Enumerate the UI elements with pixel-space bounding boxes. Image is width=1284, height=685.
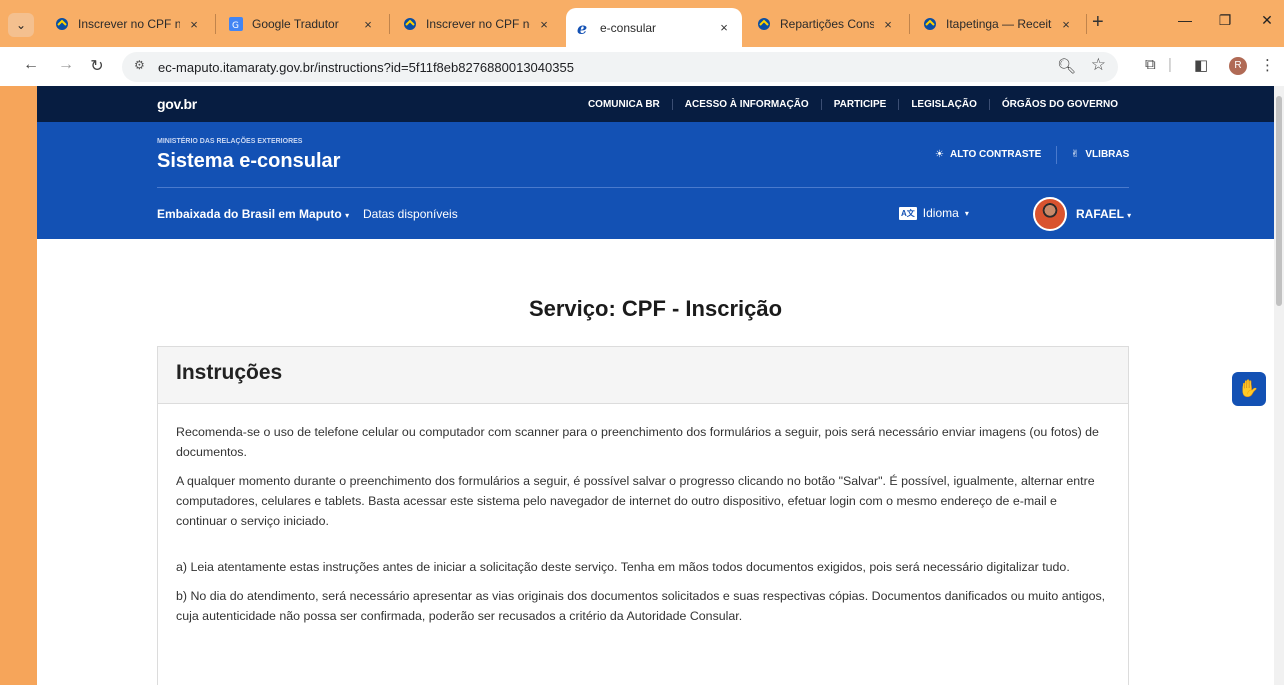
embassy-label: Embaixada do Brasil em Maputo bbox=[157, 207, 342, 221]
vlibras-button[interactable]: ✌ VLIBRAS bbox=[1071, 149, 1129, 160]
page-viewport: gov.br COMUNICA BR ACESSO À INFORMAÇÃO P… bbox=[37, 86, 1274, 685]
url-text[interactable]: ec-maputo.itamaraty.gov.br/instructions?… bbox=[158, 60, 574, 75]
close-icon[interactable]: × bbox=[1058, 17, 1074, 32]
tab-cpf-2[interactable]: Inscrever no CPF no e × bbox=[392, 8, 562, 40]
e-consular-icon: e bbox=[577, 20, 587, 36]
gov-link-orgaos[interactable]: ÓRGÃOS DO GOVERNO bbox=[988, 98, 1130, 110]
close-icon[interactable]: × bbox=[360, 17, 376, 32]
tab-separator bbox=[215, 14, 216, 34]
instruction-paragraph: a) Leia atentamente estas instruções ant… bbox=[176, 560, 1070, 574]
instructions-card: Instruções Recomenda-se o uso de telefon… bbox=[157, 346, 1129, 685]
embassy-dropdown[interactable]: Embaixada do Brasil em Maputo ▾ bbox=[157, 207, 349, 221]
gov-link-acesso[interactable]: ACESSO À INFORMAÇÃO bbox=[671, 98, 821, 110]
browser-menu-icon[interactable]: ⋮ bbox=[1260, 56, 1275, 74]
close-icon[interactable]: × bbox=[536, 17, 552, 32]
reload-icon[interactable]: ↻ bbox=[86, 56, 108, 76]
govbr-logo[interactable]: gov.br bbox=[157, 96, 197, 112]
tab-title: Repartições Consular bbox=[780, 17, 874, 31]
tab-title: Itapetinga — Receita bbox=[946, 17, 1052, 31]
gov-top-bar: gov.br COMUNICA BR ACESSO À INFORMAÇÃO P… bbox=[37, 86, 1274, 122]
minimize-button[interactable]: — bbox=[1170, 12, 1200, 28]
user-menu[interactable]: RAFAEL ▾ bbox=[1076, 207, 1131, 221]
tab-title: e-consular bbox=[600, 20, 657, 35]
bookmark-star-icon[interactable]: ☆ bbox=[1091, 55, 1106, 75]
instruction-paragraph: A qualquer momento durante o preenchimen… bbox=[176, 474, 1095, 528]
a11y-divider bbox=[1056, 146, 1057, 164]
tab-google-tradutor[interactable]: G Google Tradutor × bbox=[218, 8, 386, 40]
govbr-icon bbox=[56, 18, 68, 30]
browser-toolbar: ← → ↻ ⚙ ec-maputo.itamaraty.gov.br/instr… bbox=[0, 47, 1284, 86]
tab-separator bbox=[1086, 14, 1087, 34]
tab-separator bbox=[389, 14, 390, 34]
tab-search-button[interactable]: ⌄ bbox=[8, 13, 34, 37]
tab-reparticoes[interactable]: Repartições Consular × bbox=[746, 8, 906, 40]
language-label: Idioma bbox=[922, 206, 959, 220]
tab-itapetinga[interactable]: Itapetinga — Receita × bbox=[912, 8, 1084, 40]
profile-avatar[interactable]: R bbox=[1229, 57, 1247, 75]
card-body: Recomenda-se o uso de telefone celular o… bbox=[158, 404, 1128, 653]
sign-language-icon: ✋ bbox=[1238, 379, 1260, 398]
instruction-paragraph: Recomenda-se o uso de telefone celular o… bbox=[176, 425, 1099, 459]
language-dropdown[interactable]: A文 Idioma ▾ bbox=[899, 206, 969, 220]
close-icon[interactable]: × bbox=[880, 17, 896, 32]
close-icon[interactable]: × bbox=[186, 17, 202, 32]
toolbar-divider: | bbox=[1168, 56, 1172, 73]
scrollbar-thumb[interactable] bbox=[1276, 96, 1282, 306]
site-header: MINISTÉRIO DAS RELAÇÕES EXTERIORES Siste… bbox=[37, 122, 1274, 239]
gov-links: COMUNICA BR ACESSO À INFORMAÇÃO PARTICIP… bbox=[576, 86, 1130, 122]
contrast-icon: ☀ bbox=[935, 149, 944, 160]
translate-icon: G bbox=[229, 17, 243, 31]
gov-link-legislacao[interactable]: LEGISLAÇÃO bbox=[898, 98, 989, 110]
govbr-icon bbox=[758, 18, 770, 30]
vlibras-widget-button[interactable]: ✋ bbox=[1232, 372, 1266, 406]
user-name: RAFAEL bbox=[1076, 207, 1124, 221]
system-title[interactable]: Sistema e-consular bbox=[157, 150, 340, 173]
high-contrast-label: ALTO CONTRASTE bbox=[949, 149, 1042, 160]
user-avatar[interactable] bbox=[1033, 197, 1067, 231]
page-scrollbar[interactable] bbox=[1274, 86, 1284, 685]
zoom-icon[interactable]: 🔍︎ bbox=[1057, 57, 1076, 75]
tab-title: Inscrever no CPF no e bbox=[426, 17, 530, 31]
tab-cpf-1[interactable]: Inscrever no CPF no e × bbox=[44, 8, 212, 40]
new-tab-button[interactable]: + bbox=[1092, 11, 1104, 34]
tab-separator bbox=[909, 14, 910, 34]
language-icon: A文 bbox=[899, 206, 917, 220]
close-icon[interactable]: × bbox=[716, 20, 732, 35]
page-title: Serviço: CPF - Inscrição bbox=[528, 296, 783, 321]
instruction-paragraph: b) No dia do atendimento, será necessári… bbox=[176, 589, 1106, 623]
browser-tab-bar: ⌄ Inscrever no CPF no e × G Google Tradu… bbox=[0, 0, 1284, 47]
dates-link[interactable]: Datas disponíveis bbox=[363, 207, 458, 221]
high-contrast-button[interactable]: ☀ ALTO CONTRASTE bbox=[935, 149, 1041, 160]
tab-title: Inscrever no CPF no e bbox=[78, 17, 180, 31]
govbr-icon bbox=[404, 18, 416, 30]
svg-text:e: e bbox=[577, 20, 587, 36]
gov-link-participe[interactable]: PARTICIPE bbox=[820, 98, 899, 110]
side-panel-icon[interactable]: ◧ bbox=[1194, 56, 1208, 74]
caret-down-icon: ▾ bbox=[964, 208, 969, 218]
restore-button[interactable]: ❐ bbox=[1210, 12, 1240, 29]
header-divider bbox=[157, 187, 1129, 188]
site-info-icon[interactable]: ⚙ bbox=[134, 58, 145, 72]
extensions-icon[interactable]: ⧉ bbox=[1145, 56, 1156, 73]
card-title: Instruções bbox=[158, 347, 1128, 404]
gov-link-comunica[interactable]: COMUNICA BR bbox=[576, 99, 672, 110]
hand-icon: ✌ bbox=[1071, 149, 1080, 160]
govbr-icon bbox=[924, 18, 936, 30]
caret-down-icon: ▾ bbox=[345, 211, 350, 220]
tab-e-consular[interactable]: e e-consular × bbox=[566, 8, 742, 47]
ministry-label: MINISTÉRIO DAS RELAÇÕES EXTERIORES bbox=[157, 138, 303, 145]
svg-text:G: G bbox=[232, 21, 239, 31]
vlibras-label: VLIBRAS bbox=[1085, 149, 1130, 160]
address-bar[interactable]: ⚙ ec-maputo.itamaraty.gov.br/instruction… bbox=[122, 52, 1118, 82]
tab-title: Google Tradutor bbox=[252, 17, 339, 31]
back-icon[interactable]: ← bbox=[20, 56, 42, 74]
caret-down-icon: ▾ bbox=[1127, 211, 1132, 220]
forward-icon[interactable]: → bbox=[55, 56, 77, 74]
close-window-button[interactable]: ✕ bbox=[1252, 12, 1282, 29]
